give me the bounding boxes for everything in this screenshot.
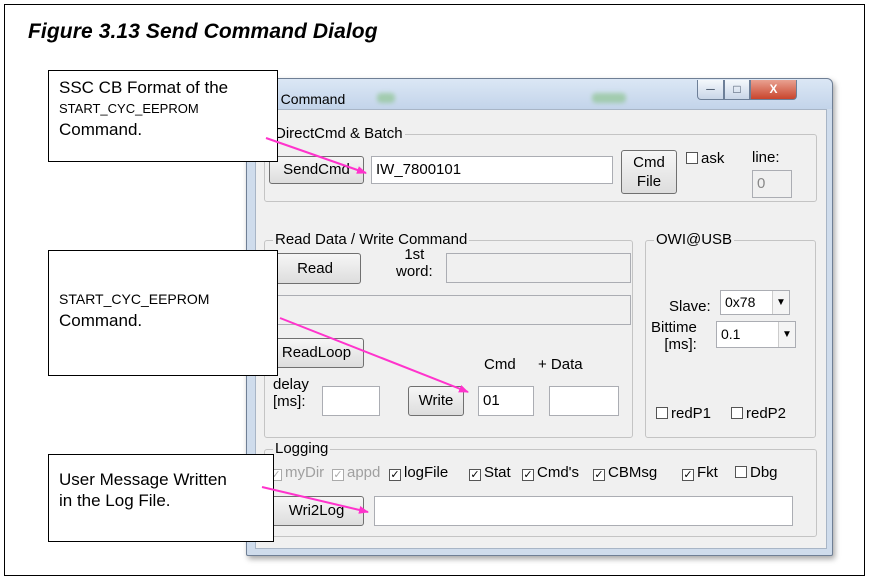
callout-arrows bbox=[261, 137, 469, 514]
arrow-to-cmd-input bbox=[279, 317, 469, 393]
arrow-to-log-message bbox=[261, 486, 369, 514]
arrow-to-command-input bbox=[265, 137, 367, 174]
